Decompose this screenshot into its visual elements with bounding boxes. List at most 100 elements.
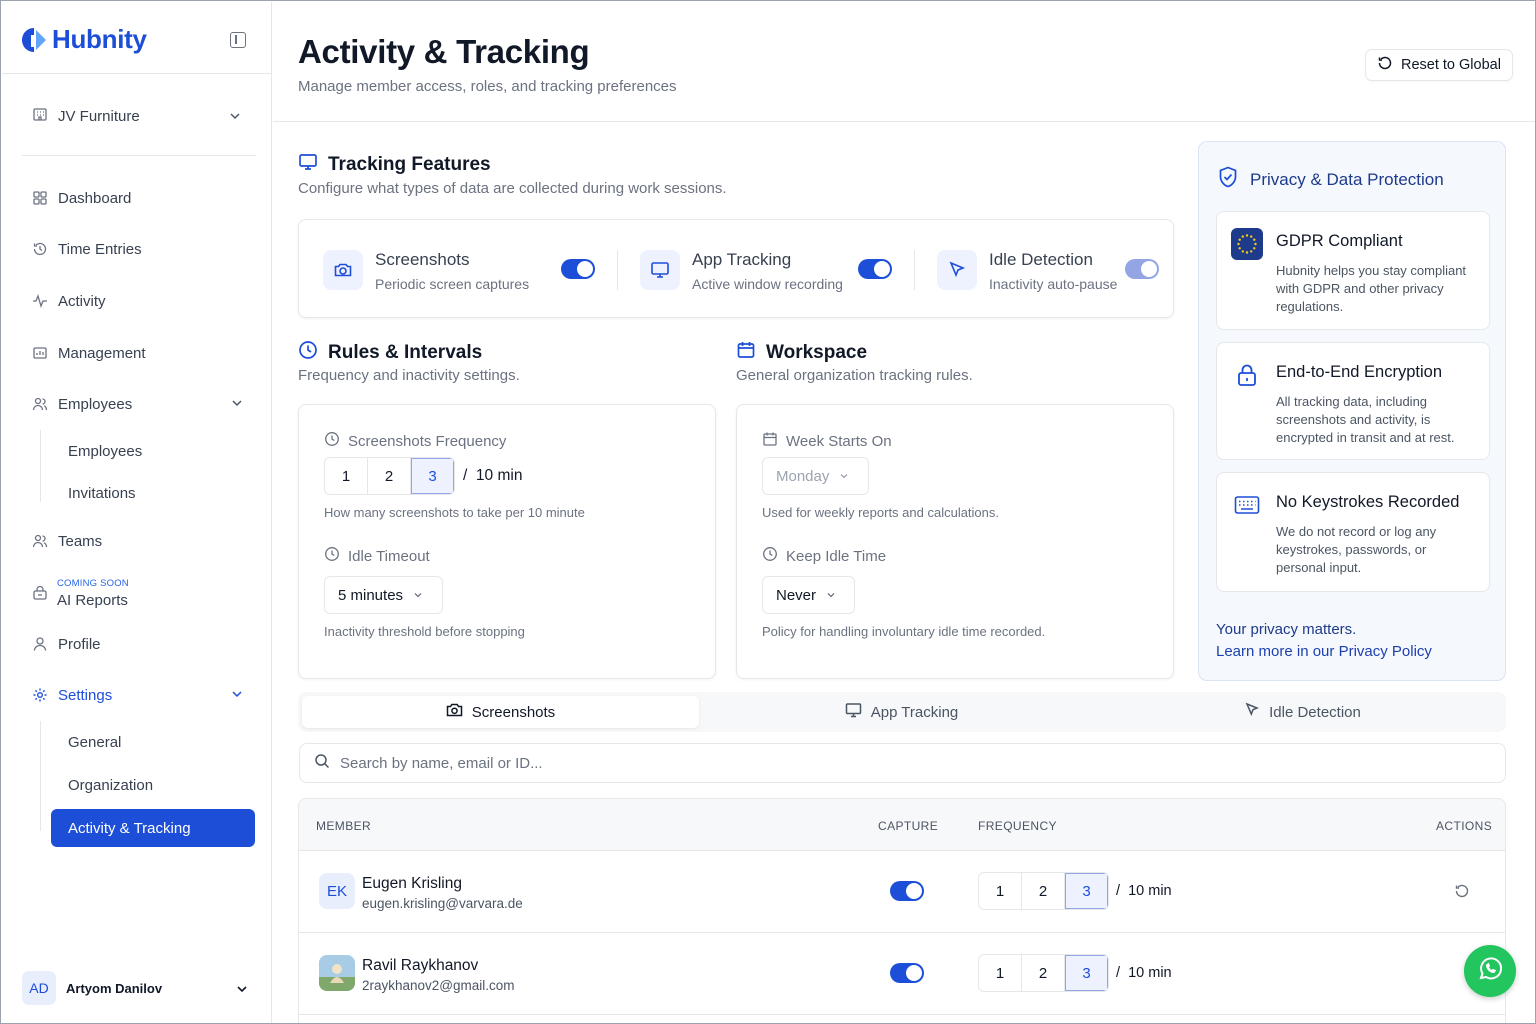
monitor-icon bbox=[845, 702, 862, 722]
reset-label: Reset to Global bbox=[1401, 57, 1501, 73]
sidebar-item-settings[interactable]: Settings bbox=[32, 682, 247, 708]
sidebar-item-teams[interactable]: Teams bbox=[32, 528, 247, 554]
coming-soon-badge: COMING SOON bbox=[57, 578, 129, 589]
feature-screenshots: Screenshots Periodic screen captures bbox=[323, 250, 529, 292]
feature-title: App Tracking bbox=[692, 250, 792, 269]
collapse-sidebar-icon[interactable] bbox=[230, 32, 246, 48]
tab-screenshots[interactable]: Screenshots bbox=[302, 696, 699, 728]
frequency-option-1[interactable]: 1 bbox=[325, 458, 368, 494]
privacy-footer: Your privacy matters. bbox=[1216, 621, 1357, 638]
clock-icon bbox=[762, 546, 778, 566]
frequency-option-1[interactable]: 1 bbox=[979, 873, 1022, 909]
reset-to-global-button[interactable]: Reset to Global bbox=[1365, 49, 1513, 81]
sidebar-item-profile[interactable]: Profile bbox=[32, 631, 247, 657]
page-subtitle: Manage member access, roles, and trackin… bbox=[298, 78, 677, 95]
sidebar-subitem-activity-tracking[interactable]: Activity & Tracking bbox=[51, 809, 255, 847]
sidebar-header: Hubnity bbox=[2, 2, 271, 74]
gear-icon bbox=[32, 687, 48, 703]
app-window: Hubnity JV Furniture Dashboard Time Entr… bbox=[0, 0, 1536, 1024]
column-actions: ACTIONS bbox=[1436, 819, 1493, 833]
sidebar-item-label: Time Entries bbox=[58, 240, 142, 258]
frequency-help: How many screenshots to take per 10 minu… bbox=[324, 505, 585, 520]
chevron-down-icon bbox=[236, 982, 248, 1000]
user-menu[interactable]: AD Artyom Danilov bbox=[22, 970, 252, 1006]
idle-timeout-select[interactable]: 5 minutes bbox=[324, 576, 443, 614]
sidebar-item-dashboard[interactable]: Dashboard bbox=[32, 185, 247, 211]
chevron-down-icon bbox=[229, 109, 241, 126]
calendar-icon bbox=[736, 340, 756, 366]
tab-idle-detection[interactable]: Idle Detection bbox=[1104, 696, 1501, 728]
logo[interactable]: Hubnity bbox=[20, 24, 147, 55]
frequency-option-3[interactable]: 3 bbox=[1065, 955, 1108, 991]
column-member: MEMBER bbox=[316, 819, 372, 833]
users-icon bbox=[32, 396, 48, 412]
rules-subtitle: Frequency and inactivity settings. bbox=[298, 367, 520, 384]
keep-idle-time-select[interactable]: Never bbox=[762, 576, 855, 614]
frequency-option-2[interactable]: 2 bbox=[368, 458, 411, 494]
frequency-unit: / 10 min bbox=[463, 467, 523, 484]
screenshots-frequency-selector: 1 2 3 bbox=[324, 457, 455, 495]
capture-toggle[interactable] bbox=[890, 963, 924, 983]
frequency-option-3[interactable]: 3 bbox=[411, 458, 454, 494]
frequency-option-2[interactable]: 2 bbox=[1022, 955, 1065, 991]
whatsapp-icon bbox=[1476, 955, 1504, 988]
gdpr-desc: Hubnity helps you stay compliant with GD… bbox=[1276, 263, 1467, 314]
sidebar: Hubnity JV Furniture Dashboard Time Entr… bbox=[2, 2, 272, 1023]
app-name: Hubnity bbox=[52, 24, 147, 54]
lock-icon bbox=[1231, 359, 1263, 391]
member-email: eugen.krisling@varvara.de bbox=[362, 896, 523, 911]
feature-idle-detection: Idle Detection Inactivity auto-pause bbox=[937, 250, 1117, 292]
whatsapp-chat-button[interactable] bbox=[1464, 945, 1516, 997]
column-frequency: FREQUENCY bbox=[978, 819, 1057, 833]
search-input[interactable] bbox=[340, 754, 1440, 772]
submenu-line bbox=[40, 721, 41, 831]
sidebar-item-employees[interactable]: Employees bbox=[32, 391, 247, 417]
rules-card: Screenshots Frequency 1 2 3 / 10 min How… bbox=[298, 404, 716, 679]
chevron-down-icon bbox=[231, 687, 243, 704]
column-capture: CAPTURE bbox=[878, 819, 939, 833]
sidebar-item-label: Dashboard bbox=[58, 189, 132, 207]
hubnity-logo-icon bbox=[22, 27, 46, 52]
sidebar-item-ai-reports[interactable]: AI Reports bbox=[57, 592, 128, 609]
grid-icon bbox=[32, 190, 48, 206]
org-selector[interactable]: JV Furniture bbox=[32, 102, 247, 130]
sidebar-item-time-entries[interactable]: Time Entries bbox=[32, 236, 247, 262]
submenu-line bbox=[40, 430, 41, 502]
sidebar-subitem-general[interactable]: General bbox=[68, 734, 121, 751]
sidebar-subitem-organization[interactable]: Organization bbox=[68, 777, 153, 794]
idle-timeout-help: Inactivity threshold before stopping bbox=[324, 624, 525, 639]
user-icon bbox=[32, 636, 48, 652]
idle-detection-toggle[interactable] bbox=[1125, 259, 1159, 279]
tab-app-tracking[interactable]: App Tracking bbox=[703, 696, 1100, 728]
frequency-option-3[interactable]: 3 bbox=[1065, 873, 1108, 909]
screenshots-toggle[interactable] bbox=[561, 259, 595, 279]
member-email: 2raykhanov2@gmail.com bbox=[362, 978, 515, 993]
reset-row-icon[interactable] bbox=[1454, 883, 1470, 904]
capture-toggle[interactable] bbox=[890, 881, 924, 901]
sidebar-item-label: Settings bbox=[58, 686, 113, 704]
avatar: AD bbox=[22, 971, 56, 1005]
sidebar-item-label: Employees bbox=[58, 395, 133, 413]
privacy-policy-link[interactable]: Learn more in our Privacy Policy bbox=[1216, 643, 1432, 660]
camera-icon bbox=[323, 250, 363, 290]
frequency-option-1[interactable]: 1 bbox=[979, 955, 1022, 991]
frequency-unit: / 10 min bbox=[1116, 883, 1172, 899]
frequency-option-2[interactable]: 2 bbox=[1022, 873, 1065, 909]
tracking-features-subtitle: Configure what types of data are collect… bbox=[298, 180, 727, 197]
keep-idle-time-label: Keep Idle Time bbox=[762, 546, 886, 566]
encryption-desc: All tracking data, including screenshots… bbox=[1276, 394, 1455, 445]
feature-title: Idle Detection bbox=[989, 250, 1093, 269]
clock-icon bbox=[324, 431, 340, 451]
sidebar-item-activity[interactable]: Activity bbox=[32, 288, 247, 314]
frequency-selector: 1 2 3 bbox=[978, 872, 1109, 910]
building-icon bbox=[32, 106, 48, 126]
week-starts-on-help: Used for weekly reports and calculations… bbox=[762, 505, 1000, 520]
clock-icon bbox=[324, 546, 340, 566]
app-tracking-toggle[interactable] bbox=[858, 259, 892, 279]
sidebar-subitem-invitations[interactable]: Invitations bbox=[68, 485, 136, 502]
week-starts-on-select[interactable]: Monday bbox=[762, 457, 869, 495]
sidebar-item-management[interactable]: Management bbox=[32, 340, 247, 366]
monitor-icon bbox=[298, 152, 318, 178]
week-starts-on-value: Monday bbox=[776, 467, 830, 485]
sidebar-subitem-employees[interactable]: Employees bbox=[68, 443, 142, 460]
